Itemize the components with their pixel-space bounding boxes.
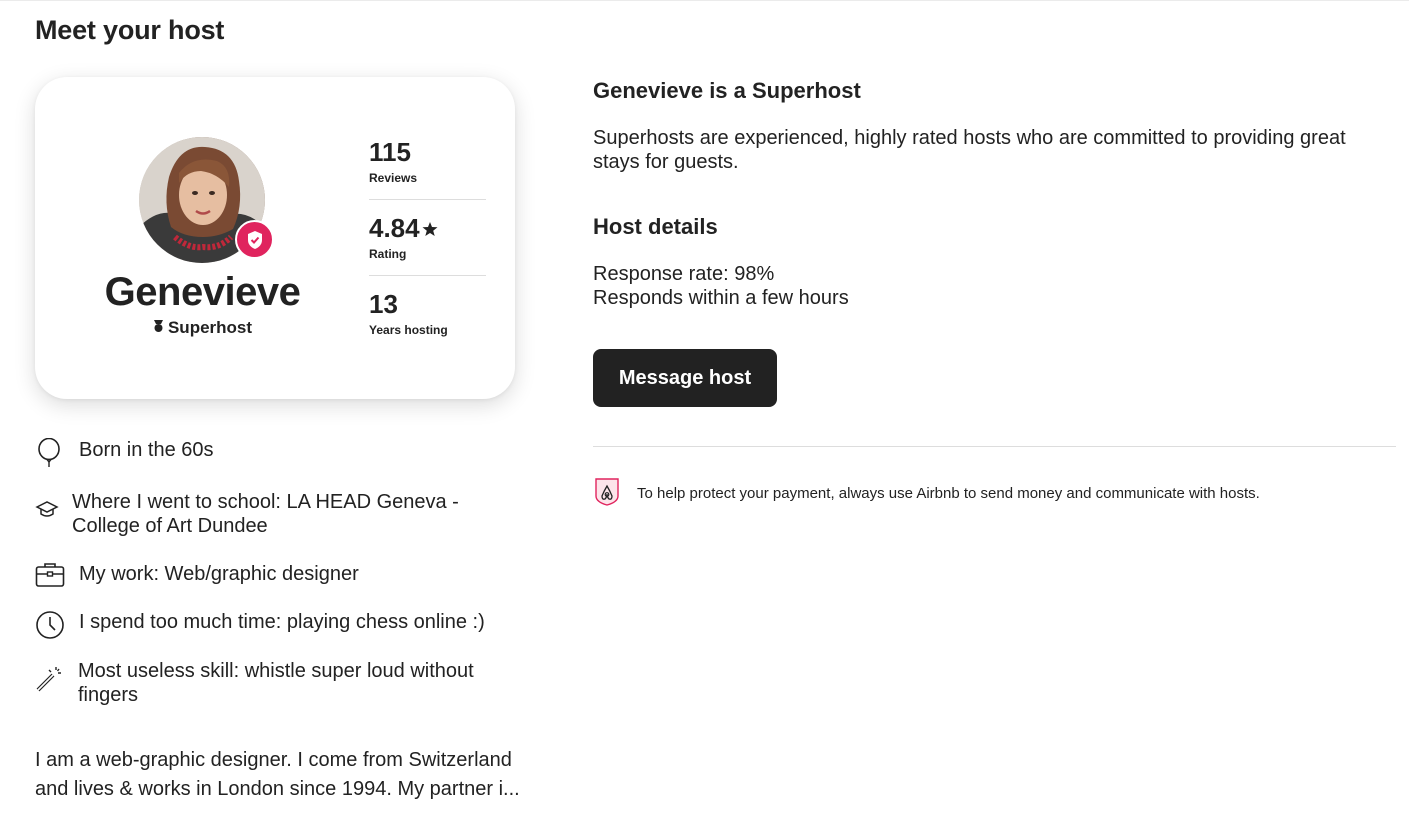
- fact-school: Where I went to school: LA HEAD Geneva -…: [35, 490, 492, 538]
- fact-text: Most useless skill: whistle super loud w…: [78, 660, 474, 706]
- balloon-icon: [35, 438, 79, 468]
- host-about-text: I am a web-graphic designer. I come from…: [35, 749, 520, 800]
- stat-reviews: 115 Reviews: [369, 133, 486, 200]
- verified-shield-icon: [235, 220, 274, 259]
- host-card[interactable]: Genevieve Superhost 115 Reviews 4.84 Rat…: [35, 77, 515, 399]
- rating-value: 4.84: [369, 213, 420, 243]
- host-details-title: Host details: [593, 214, 718, 239]
- superhost-title: Genevieve is a Superhost: [593, 78, 861, 103]
- payment-protection-text: To help protect your payment, always use…: [637, 485, 1260, 502]
- superhost-medal-icon: [153, 318, 164, 338]
- avatar-container: [139, 137, 274, 263]
- fact-time: I spend too much time: playing chess onl…: [35, 610, 485, 640]
- briefcase-icon: [35, 562, 79, 588]
- response-rate: Response rate: 98%: [593, 263, 775, 285]
- reviews-count: 115: [369, 137, 411, 167]
- fact-text: I spend too much time: playing chess onl…: [79, 611, 485, 633]
- airbnb-shield-icon: [593, 476, 621, 511]
- superhost-description: Superhosts are experienced, highly rated…: [593, 127, 1346, 173]
- stat-years-hosting: 13 Years hosting: [369, 285, 486, 352]
- host-name: Genevieve: [104, 270, 301, 314]
- clock-icon: [35, 610, 79, 640]
- response-time: Responds within a few hours: [593, 287, 849, 309]
- superhost-label: Superhost: [35, 318, 370, 338]
- rating-label: Rating: [369, 247, 407, 261]
- fact-text: My work: Web/graphic designer: [79, 563, 359, 585]
- top-divider: [0, 0, 1409, 1]
- star-icon: [422, 213, 438, 244]
- host-stats: 115 Reviews 4.84 Rating 13 Years hosting: [369, 133, 486, 352]
- fact-born: Born in the 60s: [35, 438, 214, 468]
- section-divider: [593, 446, 1396, 447]
- superhost-text: Superhost: [167, 318, 253, 337]
- fact-text: Born in the 60s: [79, 439, 214, 461]
- fact-text: Where I went to school: LA HEAD Geneva -…: [72, 491, 459, 537]
- stat-rating: 4.84 Rating: [369, 209, 486, 276]
- graduation-cap-icon: [35, 490, 72, 520]
- years-label: Years hosting: [369, 323, 448, 337]
- fact-work: My work: Web/graphic designer: [35, 562, 359, 588]
- payment-protection-notice: To help protect your payment, always use…: [593, 476, 1260, 511]
- fact-skill: Most useless skill: whistle super loud w…: [35, 659, 515, 707]
- message-host-button[interactable]: Message host: [593, 349, 777, 407]
- reviews-label: Reviews: [369, 171, 418, 185]
- section-title: Meet your host: [35, 15, 225, 45]
- years-count: 13: [369, 289, 398, 319]
- magic-wand-icon: [35, 659, 78, 693]
